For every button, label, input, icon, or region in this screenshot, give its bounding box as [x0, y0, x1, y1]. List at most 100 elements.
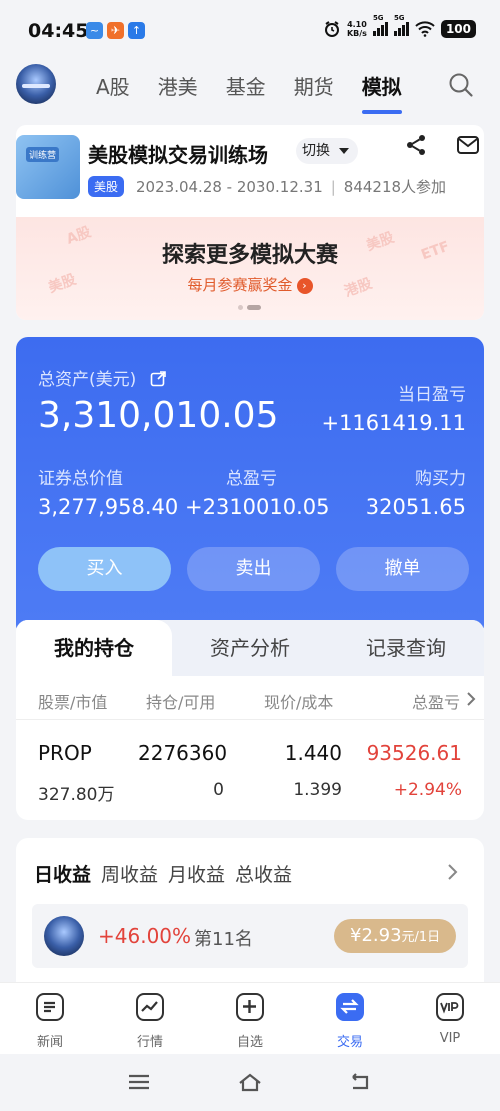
nav-item-trade[interactable]: 交易	[300, 983, 400, 1054]
competition-logo: 训练营	[16, 135, 80, 199]
rank-position: 第11名	[194, 929, 253, 950]
market-badge: 美股	[88, 176, 125, 197]
market-tabs: A股 港美 基金 期货 模拟	[96, 71, 430, 114]
holdings-card: 我的持仓 资产分析 记录查询 股票/市值 持仓/可用 现价/成本 总盈亏 PRO…	[16, 620, 484, 820]
bottom-nav: 新闻 行情 自选 交易 VIP	[0, 982, 500, 1054]
system-nav-bar	[0, 1054, 500, 1111]
network-speed: 4.10 KB/s	[346, 20, 367, 38]
banner-title: 探索更多模拟大赛	[161, 243, 338, 268]
trade-icon	[336, 993, 364, 1021]
ranking-row[interactable]: +46.00% 第11名 ¥2.93元/1日	[32, 904, 468, 968]
total-assets-label: 总资产(美元)	[38, 365, 166, 390]
total-pl-value: +2310010.05	[185, 495, 330, 519]
column-header: 现价/成本	[264, 693, 334, 712]
market-value: 327.80万	[38, 785, 115, 805]
trade-buttons: 买入 卖出 撤单	[38, 547, 469, 591]
tab-records[interactable]: 记录查询	[328, 620, 484, 676]
earnings-card: 日收益 周收益 月收益 总收益 +46.00% 第11名 ¥2.93元/1日	[16, 838, 484, 988]
earnings-percent: +46.00%	[98, 924, 192, 948]
column-header: 股票/市值	[38, 693, 108, 712]
total-pl-label: 总盈亏	[226, 469, 277, 489]
plus-square-icon	[236, 993, 264, 1021]
current-price: 1.440	[284, 741, 342, 765]
home-icon[interactable]	[237, 1072, 263, 1092]
search-icon[interactable]	[448, 72, 474, 98]
earnings-tabs: 日收益 周收益 月收益 总收益	[34, 860, 292, 887]
available-quantity: 0	[213, 780, 224, 800]
mail-icon[interactable]	[456, 133, 480, 157]
notification-app-icon: ✈	[107, 22, 124, 39]
tab-asset-analysis[interactable]: 资产分析	[172, 620, 328, 676]
user-avatar[interactable]	[16, 64, 56, 104]
cost-price: 1.399	[293, 780, 342, 800]
tab-monthly-earnings[interactable]: 月收益	[168, 860, 225, 887]
tab-daily-earnings[interactable]: 日收益	[34, 860, 91, 887]
tab-simulation[interactable]: 模拟	[361, 71, 402, 114]
alarm-icon	[324, 21, 339, 37]
column-header: 持仓/可用	[146, 693, 216, 712]
sell-button[interactable]: 卖出	[187, 547, 320, 591]
status-time: 04:45	[28, 20, 89, 42]
upload-app-icon: ↑	[128, 22, 145, 39]
column-header[interactable]: 总盈亏	[412, 689, 460, 713]
news-icon	[36, 993, 64, 1021]
nav-item-news[interactable]: 新闻	[0, 983, 100, 1054]
tab-futures[interactable]: 期货	[294, 71, 334, 110]
nav-item-vip[interactable]: VIP	[400, 983, 500, 1054]
pl-percent: +2.94%	[393, 780, 462, 800]
divider: |	[330, 177, 336, 196]
subscription-price-button[interactable]: ¥2.93元/1日	[334, 919, 457, 953]
buying-power-value: 32051.65	[365, 495, 466, 519]
external-link-icon[interactable]	[150, 371, 166, 387]
daily-pl-label: 当日盈亏	[398, 385, 466, 405]
position-quantity: 2276360	[138, 741, 228, 765]
menu-icon[interactable]	[126, 1072, 152, 1092]
competition-title: 美股模拟交易训练场	[88, 143, 268, 167]
arrow-right-icon: ›	[296, 278, 313, 294]
tab-hk-us[interactable]: 港美	[158, 71, 198, 110]
competition-card: 训练营 美股模拟交易训练场 切换 美股 2023.04.28 - 2030.12…	[16, 125, 484, 320]
nav-item-watchlist[interactable]: 自选	[200, 983, 300, 1054]
securities-value: 3,277,958.40	[38, 495, 179, 519]
buy-button[interactable]: 买入	[38, 547, 171, 591]
nav-item-market[interactable]: 行情	[100, 983, 200, 1054]
tab-funds[interactable]: 基金	[226, 71, 266, 110]
signal-icon: 5G	[372, 14, 388, 36]
carousel-dots	[238, 305, 261, 310]
vip-icon	[436, 993, 464, 1021]
switch-competition-button[interactable]: 切换	[296, 138, 358, 164]
tab-total-earnings[interactable]: 总收益	[235, 860, 292, 887]
battery-icon: 100	[440, 20, 476, 38]
tab-a-shares[interactable]: A股	[96, 71, 130, 110]
buying-power-label: 购买力	[415, 469, 466, 489]
wifi-icon	[415, 21, 435, 37]
holdings-tabs: 我的持仓 资产分析 记录查询	[16, 620, 484, 676]
share-icon[interactable]	[404, 133, 428, 157]
total-pl: 93526.61	[366, 741, 462, 765]
top-nav: A股 港美 基金 期货 模拟	[0, 62, 500, 114]
status-bar: 04:45 ~ ✈ ↑ 4.10 KB/s 5G 5G 100	[0, 0, 500, 62]
total-assets-value: 3,310,010.05	[38, 395, 279, 436]
chart-icon	[136, 993, 164, 1021]
status-app-icons: ~ ✈ ↑	[86, 22, 145, 39]
back-icon[interactable]	[348, 1072, 374, 1092]
competition-meta: 美股 2023.04.28 - 2030.12.31 | 844218人参加	[88, 176, 446, 197]
banner-subtitle: 每月参赛赢奖金 ›	[16, 274, 484, 295]
promo-banner[interactable]: A股 美股 ETF 港股 美股 探索更多模拟大赛 每月参赛赢奖金 ›	[16, 217, 484, 320]
chevron-right-icon[interactable]	[446, 862, 460, 882]
stock-symbol: PROP	[38, 741, 92, 765]
avatar	[44, 916, 84, 956]
tab-weekly-earnings[interactable]: 周收益	[101, 860, 158, 887]
assets-card: 总资产(美元) 3,310,010.05 当日盈亏 +1161419.11 证券…	[16, 337, 484, 637]
holdings-table-header: 股票/市值 持仓/可用 现价/成本 总盈亏	[16, 676, 484, 720]
securities-value-label: 证券总价值	[38, 469, 123, 489]
cancel-order-button[interactable]: 撤单	[336, 547, 469, 591]
date-range: 2023.04.28 - 2030.12.31	[136, 177, 323, 196]
participant-count: 844218人参加	[343, 178, 447, 196]
daily-pl-value: +1161419.11	[321, 411, 466, 435]
chevron-right-icon[interactable]	[466, 691, 476, 707]
tab-my-positions[interactable]: 我的持仓	[16, 620, 172, 676]
signal-icon: 5G	[393, 14, 409, 36]
notification-app-icon: ~	[86, 22, 103, 39]
status-indicators: 4.10 KB/s 5G 5G 100	[323, 14, 476, 38]
